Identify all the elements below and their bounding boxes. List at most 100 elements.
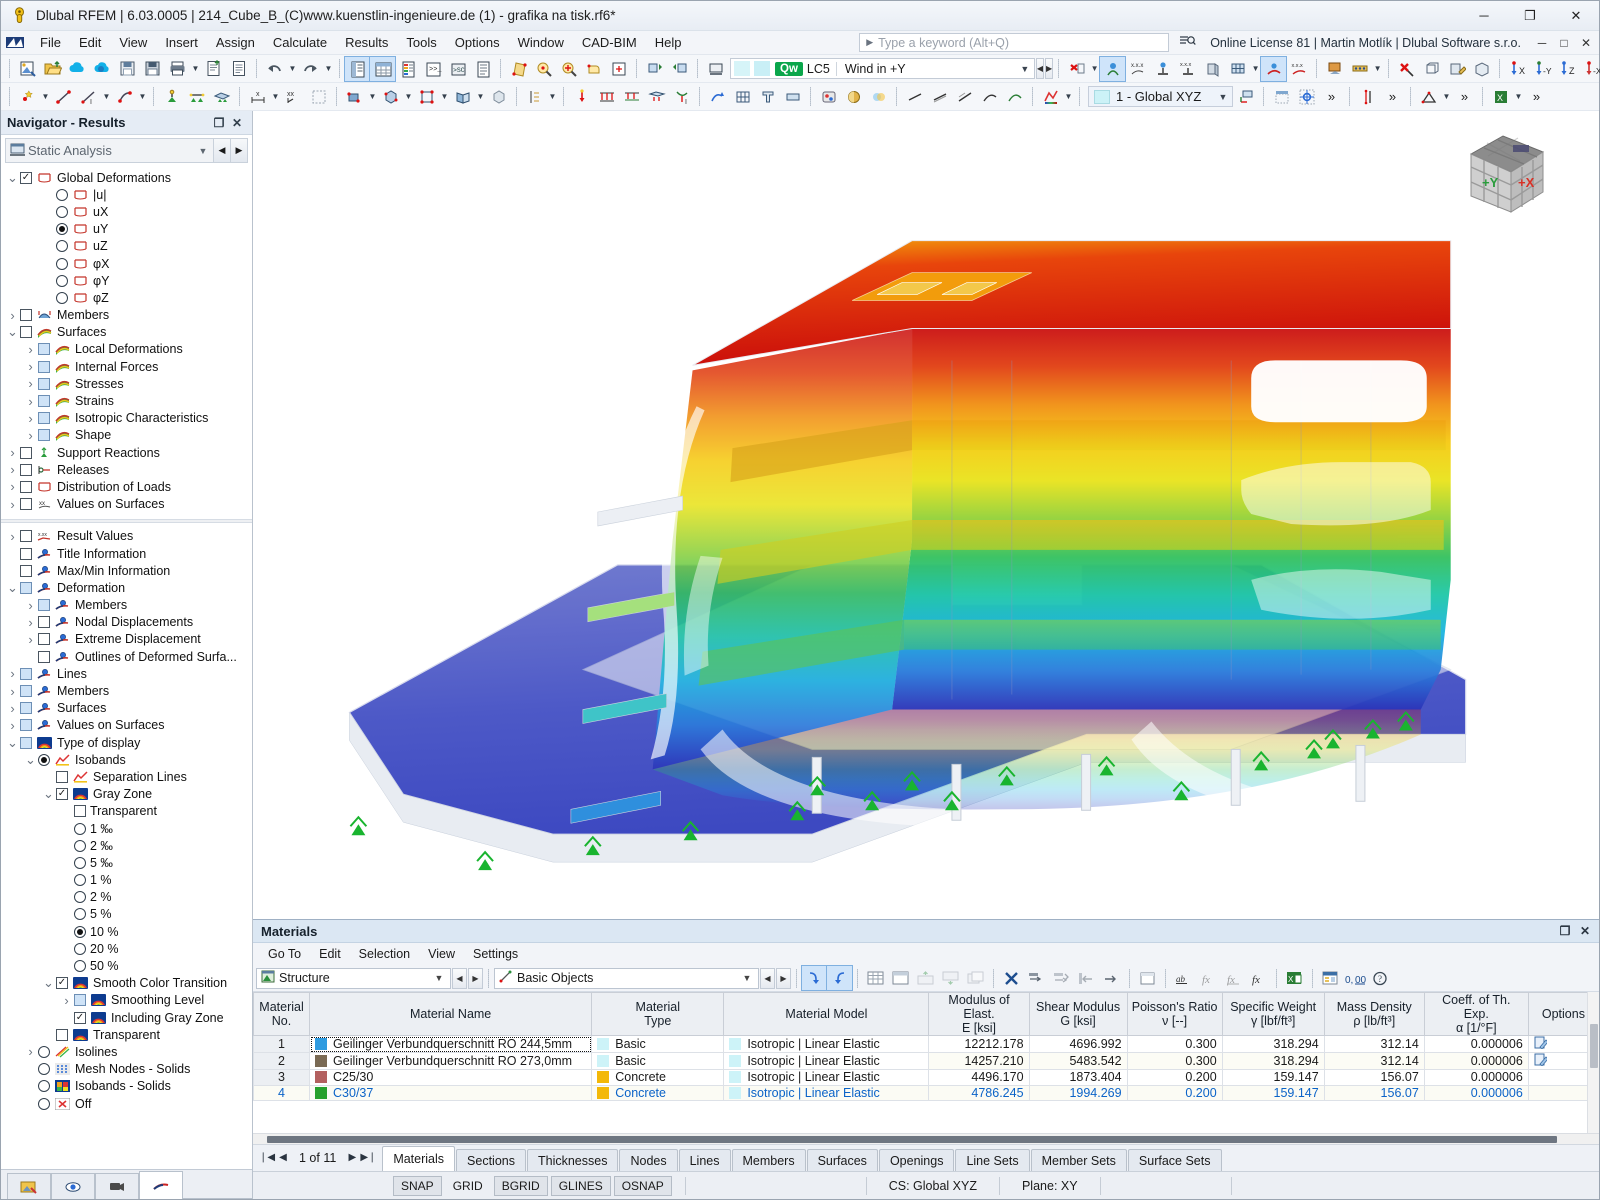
tree-item-off[interactable]: Off xyxy=(1,1095,252,1112)
cloud-open-icon[interactable] xyxy=(65,57,90,81)
line-style-3-icon[interactable] xyxy=(952,85,977,109)
scope-next-button[interactable]: ▶ xyxy=(468,967,483,989)
tree-radio[interactable] xyxy=(56,223,68,236)
tree-checkbox[interactable] xyxy=(20,702,32,715)
insert-surface-icon[interactable] xyxy=(342,85,367,109)
tree-item-mesh-nodes-solids[interactable]: Mesh Nodes - Solids xyxy=(1,1061,252,1078)
pager-prev-button[interactable]: ◀ xyxy=(275,1152,291,1163)
cell-coeff-thermal-expansion[interactable]: 0.000006 xyxy=(1423,1069,1529,1086)
tree-splitter[interactable] xyxy=(1,518,252,523)
tree-item-y[interactable]: φY xyxy=(1,272,252,289)
tree-checkbox[interactable] xyxy=(20,463,32,476)
cell-shear-modulus[interactable]: 5483.542 xyxy=(1028,1052,1128,1070)
delete-results-caret-icon[interactable]: ▼ xyxy=(1089,57,1100,81)
table-header-cell[interactable]: Poisson's Ratio ν [--] xyxy=(1126,992,1223,1036)
chevron-down-icon[interactable]: ⌄ xyxy=(23,752,38,768)
tree-item-isobands-solids[interactable]: Isobands - Solids xyxy=(1,1078,252,1095)
render-right-icon[interactable] xyxy=(667,57,692,81)
view-neg-y-icon[interactable]: -Y xyxy=(1530,57,1555,81)
tree-radio[interactable] xyxy=(56,291,68,304)
tree-item-members[interactable]: › Members xyxy=(1,597,252,614)
table-grid-icon[interactable] xyxy=(863,966,888,990)
isoband-display-icon[interactable] xyxy=(1038,85,1063,109)
analysis-chevron-down-icon[interactable]: ▼ xyxy=(193,146,213,156)
tree-item-distribution-of-loads[interactable]: › Distribution of Loads xyxy=(1,478,252,495)
tree-checkbox[interactable] xyxy=(38,429,50,442)
tree-radio[interactable] xyxy=(74,908,86,921)
pan-icon[interactable] xyxy=(581,57,606,81)
solids-results-icon[interactable] xyxy=(1200,57,1225,81)
tree-radio[interactable] xyxy=(38,1045,50,1058)
table-header-cell[interactable]: Coeff. of Th. Exp. α [1/°F] xyxy=(1423,992,1529,1036)
cell-mass-density[interactable]: 156.07 xyxy=(1323,1069,1425,1086)
cs-chevron-down-icon[interactable]: ▼ xyxy=(1214,92,1232,102)
insert-surface-set-caret-icon[interactable]: ▼ xyxy=(475,85,486,109)
tree-checkbox[interactable] xyxy=(20,498,32,511)
chevron-right-icon[interactable]: › xyxy=(23,632,38,647)
table-horizontal-scrollbar[interactable] xyxy=(253,1133,1599,1144)
tree-item-surfaces[interactable]: ⌄ Surfaces xyxy=(1,324,252,341)
tree-item-isotropic-characteristics[interactable]: › Isotropic Characteristics xyxy=(1,410,252,427)
insert-solid-icon[interactable] xyxy=(378,85,403,109)
decimal-places-icon[interactable]: 0, 00 xyxy=(1343,966,1368,990)
tree-item-smoothing-level[interactable]: › Smoothing Level xyxy=(1,992,252,1009)
result-sections-icon[interactable] xyxy=(1347,57,1372,81)
work-plane-more-icon[interactable]: » xyxy=(1319,85,1344,109)
chevron-down-icon[interactable]: ⌄ xyxy=(5,580,20,596)
chevron-right-icon[interactable]: › xyxy=(23,615,38,630)
tree-checkbox[interactable] xyxy=(20,446,32,459)
chevron-right-icon[interactable]: › xyxy=(5,445,20,460)
formula-fx-icon[interactable]: fx xyxy=(1196,966,1221,990)
tree-item-members[interactable]: › Members xyxy=(1,682,252,699)
measure-caret-icon[interactable]: ▼ xyxy=(1441,85,1452,109)
cell-material-model[interactable]: Isotropic | Linear Elastic xyxy=(723,1069,930,1086)
delete-results-icon[interactable] xyxy=(1064,57,1089,81)
tree-item-including-gray-zone[interactable]: ✓ Including Gray Zone xyxy=(1,1009,252,1026)
cell-material-no[interactable]: 1 xyxy=(253,1035,311,1053)
tree-radio[interactable] xyxy=(74,822,86,835)
cell-poissons-ratio[interactable]: 0.200 xyxy=(1126,1084,1223,1102)
model-viewport[interactable]: +Y +X xyxy=(253,111,1599,919)
tree-checkbox[interactable] xyxy=(20,581,32,594)
print-icon[interactable] xyxy=(165,57,190,81)
print-caret-icon[interactable]: ▼ xyxy=(190,57,201,81)
cell-material-model[interactable]: Isotropic | Linear Elastic xyxy=(723,1035,930,1053)
maximize-button[interactable]: ❐ xyxy=(1507,1,1553,31)
tree-item-internal-forces[interactable]: › Internal Forces xyxy=(1,358,252,375)
chevron-down-icon[interactable]: ⌄ xyxy=(5,170,20,186)
surface-load-icon[interactable] xyxy=(644,85,669,109)
result-values-xxx-icon[interactable]: x.x.x xyxy=(1125,57,1150,81)
dock-undock-button[interactable]: ❐ xyxy=(1555,924,1575,938)
view-cube-widget[interactable]: +Y +X xyxy=(1457,126,1557,225)
table-header-cell[interactable]: Modulus of Elast. E [ksi] xyxy=(928,992,1030,1036)
cell-material-type[interactable]: Basic xyxy=(591,1052,725,1070)
tree-radio[interactable] xyxy=(56,240,68,253)
tree-checkbox[interactable] xyxy=(38,343,50,356)
tree-checkbox[interactable]: ✓ xyxy=(74,1011,86,1024)
tree-checkbox[interactable] xyxy=(38,616,50,629)
mesh-results-icon[interactable] xyxy=(1225,57,1250,81)
formula-fx3-icon[interactable]: fx xyxy=(1246,966,1271,990)
tab-surfaces[interactable]: Surfaces xyxy=(806,1149,878,1171)
duplicate-row-icon[interactable] xyxy=(963,966,988,990)
pager-last-button[interactable]: ▶❘ xyxy=(360,1152,376,1163)
tree-item-values-on-surfaces[interactable]: › Values on Surfaces xyxy=(1,717,252,734)
insert-surface-set-icon[interactable] xyxy=(450,85,475,109)
chevron-right-icon[interactable]: › xyxy=(5,666,20,681)
table-header-cell[interactable]: Material Model xyxy=(723,992,930,1036)
tab-lines[interactable]: Lines xyxy=(678,1149,731,1171)
redo-caret-icon[interactable]: ▼ xyxy=(323,57,334,81)
load-case-selector[interactable]: Qw LC5 Wind in +Y ▼ xyxy=(730,58,1035,79)
tree-radio[interactable] xyxy=(56,205,68,218)
tab-nodes[interactable]: Nodes xyxy=(619,1149,678,1171)
tree-item-2[interactable]: 2 % xyxy=(1,889,252,906)
cell-material-model[interactable]: Isotropic | Linear Elastic xyxy=(723,1084,930,1102)
tree-item-releases[interactable]: › Releases xyxy=(1,461,252,478)
tree-radio[interactable] xyxy=(74,960,86,973)
chevron-right-icon[interactable]: › xyxy=(5,529,20,544)
select-in-model-icon[interactable] xyxy=(801,965,828,991)
tree-item-20[interactable]: 20 % xyxy=(1,940,252,957)
insert-member-icon[interactable] xyxy=(112,85,137,109)
navigator-close-button[interactable]: ✕ xyxy=(228,116,246,130)
free-load-icon[interactable]: I xyxy=(669,85,694,109)
